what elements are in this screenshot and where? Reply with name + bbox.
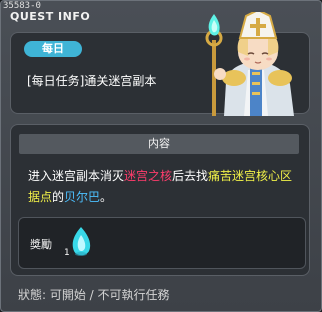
target-npc-link: 贝尔巴 — [64, 190, 101, 204]
desc-text-3: 的 — [52, 190, 65, 204]
desc-text-2: 后去找 — [172, 169, 209, 183]
daily-badge: 每日 — [24, 41, 82, 57]
reward-panel — [18, 217, 306, 269]
quest-description: 进入迷宫副本消灭迷宫之核后去找痛苦迷宫核心区据点的贝尔巴。 — [28, 166, 298, 208]
desc-text-end: 。 — [100, 190, 113, 204]
quest-status: 狀態: 可開始 / 不可執行任務 — [18, 288, 170, 302]
window-title: QUEST INFO — [10, 10, 91, 23]
content-header: 内容 — [19, 134, 299, 154]
npc-portrait — [205, 12, 294, 116]
reward-count: 1 — [64, 248, 70, 258]
target-boss-link: 迷宫之核 — [124, 169, 173, 183]
cyan-flame-icon[interactable] — [67, 226, 95, 260]
reward-label: 獎勵 — [30, 238, 52, 251]
desc-text-1: 进入迷宫副本消灭 — [28, 169, 125, 183]
quest-title: [每日任务]通关迷宫副本 — [27, 74, 157, 88]
